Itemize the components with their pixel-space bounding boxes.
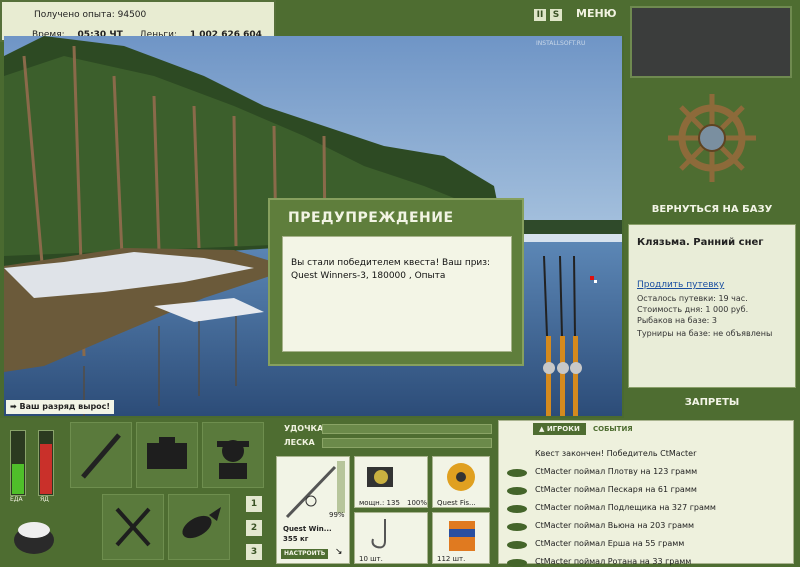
tab-players[interactable]: ▲ ИГРОКИ <box>533 423 586 435</box>
level-up-text: Ваш разряд вырос! <box>19 402 111 411</box>
level-up-notice: ➡ Ваш разряд вырос! <box>6 400 115 414</box>
fish-icon <box>507 487 527 495</box>
dialog-body: Вы стали победителем квеста! Ваш приз: Q… <box>282 236 512 352</box>
food-gauge <box>10 430 26 496</box>
tackle-box-icon <box>147 437 187 469</box>
rod-icon <box>81 433 121 479</box>
cutlery-slot[interactable] <box>102 494 164 560</box>
day-cost: Стоимость дня: 1 000 руб. <box>637 305 749 314</box>
arrow-icon: ↘ <box>335 547 343 557</box>
reel-power: мощн.: 135 <box>359 499 400 507</box>
rod-percent: 99% <box>329 511 345 519</box>
watermark: INSTALLSOFT.RU <box>536 40 586 47</box>
line-durability-bar <box>322 438 492 448</box>
top-bar: II S МЕНЮ <box>276 0 624 36</box>
fish-icon <box>507 469 527 477</box>
arrow-right-icon: ➡ <box>10 402 17 411</box>
reel-card[interactable]: мощн.: 135 100% <box>354 456 428 508</box>
rod-card[interactable]: 99% Quest Win... 355 кг НАСТРОИТЬ ↘ <box>276 456 350 564</box>
fork-knife-icon <box>115 507 151 547</box>
event-item: CtMacter поймал Ротана на 33 грамм <box>535 557 692 566</box>
arrow-up-icon: ▲ <box>539 425 545 433</box>
rod-durability-bar <box>322 424 492 434</box>
line-bar-label: ЛЕСКА <box>284 438 315 447</box>
fish-icon <box>182 507 221 539</box>
event-item: Квест закончен! Победитель CtMacter <box>535 449 697 458</box>
tackle-box-slot[interactable] <box>136 422 198 488</box>
location-info: Клязьма. Ранний снег Продлить путевку Ос… <box>628 224 796 388</box>
event-item: CtMacter поймал Ерша на 55 грамм <box>535 539 685 548</box>
dialog-text: Вы стали победителем квеста! Ваш приз: Q… <box>291 258 491 281</box>
line-spool-icon <box>447 463 475 491</box>
tune-button[interactable]: НАСТРОИТЬ <box>281 549 329 559</box>
reel-icon <box>367 467 393 487</box>
cauldron-icon[interactable] <box>10 510 58 558</box>
fisherman-slot[interactable] <box>202 422 264 488</box>
extend-permit-link[interactable]: Продлить путевку <box>637 280 724 290</box>
pause-button[interactable]: II <box>534 9 546 21</box>
reel-percent: 100% <box>407 499 428 507</box>
rod-bar-label: УДОЧКА <box>284 424 324 433</box>
fish-icon <box>507 559 527 567</box>
events-panel: ▲ ИГРОКИ СОБЫТИЯ Квест закончен! Победит… <box>498 420 794 567</box>
hook-icon <box>371 519 386 549</box>
event-item: CtMacter поймал Плотву на 123 грамм <box>535 467 698 476</box>
rod-health-bar <box>337 461 345 513</box>
food-label: ЕДА <box>10 496 23 503</box>
experience-row: Получено опыта: 94500 <box>34 10 146 20</box>
fishers-count: Рыбаков на базе: 3 <box>637 316 717 325</box>
rod-weight: 355 кг <box>283 535 309 543</box>
hook-count: 10 шт. <box>359 555 383 563</box>
fish-slot[interactable] <box>168 494 230 560</box>
bait-count: 112 шт. <box>437 555 466 563</box>
rod-name: Quest Win... <box>283 525 332 533</box>
fisherman-icon <box>217 440 249 479</box>
fishing-line-card[interactable]: Quest Fis... <box>432 456 490 508</box>
rod-set-1-button[interactable]: 1 <box>246 496 262 512</box>
fish-icon <box>507 541 527 549</box>
fish-icon <box>507 523 527 531</box>
tab-players-label: ИГРОКИ <box>546 425 580 433</box>
event-item: CtMacter поймал Подлещика на 327 грамм <box>535 503 716 512</box>
return-base-button[interactable]: ВЕРНУТЬСЯ НА БАЗУ <box>628 88 796 222</box>
menu-button[interactable]: МЕНЮ <box>576 7 617 20</box>
permit-remaining: Осталось путевки: 19 час. <box>637 294 748 303</box>
event-item: CtMacter поймал Вьюна на 203 грамм <box>535 521 695 530</box>
warning-dialog: ПРЕДУПРЕЖДЕНИЕ Вы стали победителем квес… <box>268 198 524 366</box>
fish-icon <box>507 505 527 513</box>
hook-card[interactable]: 10 шт. <box>354 512 428 564</box>
poison-label: ЯД <box>40 496 49 503</box>
ship-wheel-icon <box>668 94 756 182</box>
minimap-panel <box>630 6 792 78</box>
rod-assembly-slot[interactable] <box>70 422 132 488</box>
sound-button[interactable]: S <box>550 9 562 21</box>
line-name: Quest Fis... <box>437 499 476 507</box>
poison-gauge <box>38 430 54 496</box>
tab-events[interactable]: СОБЫТИЯ <box>593 425 633 433</box>
tournaments-info: Турниры на базе: не объявлены <box>637 329 773 338</box>
bait-can-icon <box>449 521 475 551</box>
return-base-label: ВЕРНУТЬСЯ НА БАЗУ <box>651 204 773 215</box>
experience-value: 94500 <box>117 10 147 20</box>
experience-label: Получено опыта: <box>34 10 115 20</box>
event-item: CtMacter поймал Пескаря на 61 грамм <box>535 485 697 494</box>
rod-set-2-button[interactable]: 2 <box>246 520 262 536</box>
rod-set-3-button[interactable]: 3 <box>246 544 262 560</box>
bans-button[interactable]: ЗАПРЕТЫ <box>624 397 800 408</box>
bait-card[interactable]: 112 шт. <box>432 512 490 564</box>
location-name: Клязьма. Ранний снег <box>637 237 764 248</box>
dialog-title: ПРЕДУПРЕЖДЕНИЕ <box>288 210 454 226</box>
